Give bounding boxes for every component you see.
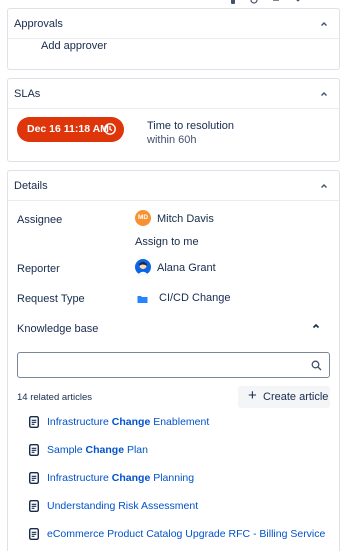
- document-icon: [29, 500, 39, 512]
- article-title[interactable]: Infrastructure Change Planning: [47, 472, 194, 484]
- assignee-name[interactable]: Mitch Davis: [157, 213, 214, 225]
- reporter-avatar: [135, 259, 151, 275]
- sla-metric-name: Time to resolution: [147, 120, 235, 132]
- sla-breach-badge: Dec 16 11:18 AM: [17, 117, 124, 142]
- assign-to-me-link[interactable]: Assign to me: [135, 236, 199, 248]
- details-header[interactable]: Details: [8, 171, 339, 201]
- reporter-name[interactable]: Alana Grant: [157, 262, 216, 274]
- user-avatar-icon: [137, 261, 149, 275]
- chevron-up-icon[interactable]: [319, 181, 329, 191]
- sla-badge-time: Dec 16 11:18 AM: [27, 123, 109, 135]
- document-icon: [29, 444, 39, 456]
- folder-icon: [137, 296, 148, 303]
- share-icon[interactable]: [272, 0, 280, 4]
- slas-panel: SLAs Dec 16 11:18 AM Time to resolution …: [7, 78, 340, 162]
- approvals-title: Approvals: [14, 18, 63, 30]
- knowledge-base-label: Knowledge base: [17, 323, 99, 335]
- chevron-up-icon[interactable]: [319, 19, 329, 29]
- slas-title: SLAs: [14, 88, 41, 100]
- clock-icon: [104, 123, 116, 135]
- article-title[interactable]: Infrastructure Change Enablement: [47, 416, 209, 428]
- approvals-panel: Approvals Add approver: [7, 8, 340, 70]
- plus-icon: +: [248, 387, 257, 404]
- eye-icon[interactable]: [250, 0, 258, 4]
- create-article-button[interactable]: + Create article: [238, 386, 330, 408]
- article-title[interactable]: eCommerce Product Catalog Upgrade RFC - …: [47, 528, 325, 540]
- document-icon: [29, 472, 39, 484]
- assignee-label: Assignee: [17, 214, 63, 226]
- article-title[interactable]: Sample Change Plan: [47, 444, 148, 456]
- knowledge-base-search[interactable]: [17, 352, 330, 378]
- more-icon[interactable]: [294, 0, 302, 4]
- thumbs-up-icon[interactable]: [229, 0, 237, 4]
- reporter-label: Reporter: [17, 263, 60, 275]
- document-icon: [29, 416, 39, 428]
- sla-metric-target: within 60h: [147, 134, 197, 146]
- related-articles-count: 14 related articles: [17, 392, 92, 403]
- chevron-up-icon[interactable]: [319, 89, 329, 99]
- slas-header[interactable]: SLAs: [8, 79, 339, 109]
- assignee-avatar: MD: [135, 210, 151, 226]
- knowledge-base-search-input[interactable]: [22, 356, 302, 374]
- details-title: Details: [14, 180, 48, 192]
- add-approver-link[interactable]: Add approver: [41, 40, 107, 52]
- approvals-header[interactable]: Approvals: [8, 9, 339, 39]
- article-title[interactable]: Understanding Risk Assessment: [47, 500, 198, 512]
- chevron-up-icon[interactable]: [311, 321, 321, 331]
- create-article-label: Create article: [263, 391, 329, 403]
- request-type-label: Request Type: [17, 293, 85, 305]
- toolbar-strip: [0, 0, 348, 6]
- search-icon[interactable]: [311, 360, 322, 371]
- document-icon: [29, 528, 39, 540]
- request-type-value[interactable]: CI/CD Change: [159, 292, 231, 304]
